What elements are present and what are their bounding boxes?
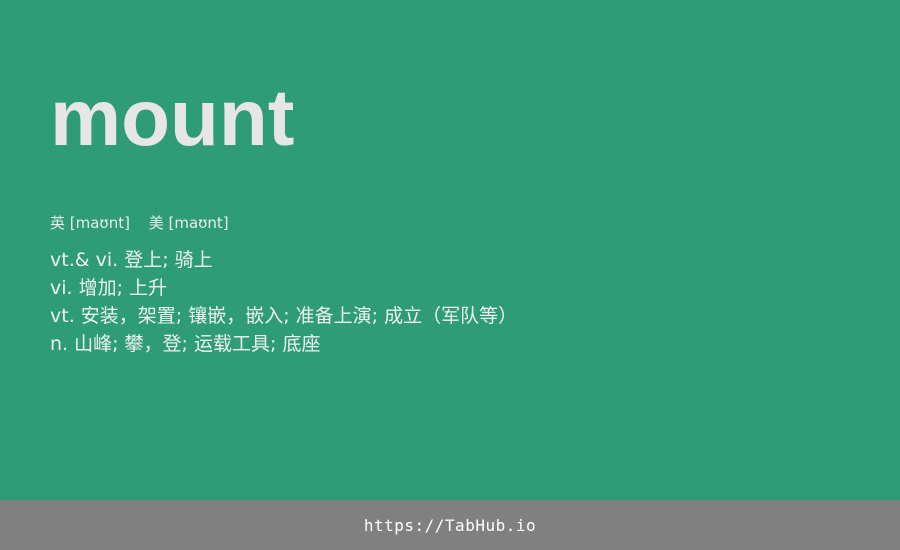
definition-list: vt.& vi. 登上; 骑上 vi. 增加; 上升 vt. 安装，架置; 镶嵌… bbox=[50, 246, 517, 358]
word-card: mount 英 [maʊnt] 美 [maʊnt] vt.& vi. 登上; 骑… bbox=[0, 0, 900, 500]
footer-link[interactable]: https://TabHub.io bbox=[364, 516, 536, 535]
phonetic-uk: 英 [maʊnt] bbox=[50, 214, 130, 232]
footer-bar: https://TabHub.io bbox=[0, 500, 900, 550]
phonetic-us: 美 [maʊnt] bbox=[148, 214, 229, 232]
definition-item: vt.& vi. 登上; 骑上 bbox=[50, 249, 213, 271]
definition-item: n. 山峰; 攀，登; 运载工具; 底座 bbox=[50, 333, 321, 355]
phonetics: 英 [maʊnt] 美 [maʊnt] bbox=[50, 213, 243, 233]
definition-item: vt. 安装，架置; 镶嵌，嵌入; 准备上演; 成立（军队等） bbox=[50, 305, 518, 327]
definition-item: vi. 增加; 上升 bbox=[50, 277, 168, 299]
word-title: mount bbox=[50, 73, 295, 162]
